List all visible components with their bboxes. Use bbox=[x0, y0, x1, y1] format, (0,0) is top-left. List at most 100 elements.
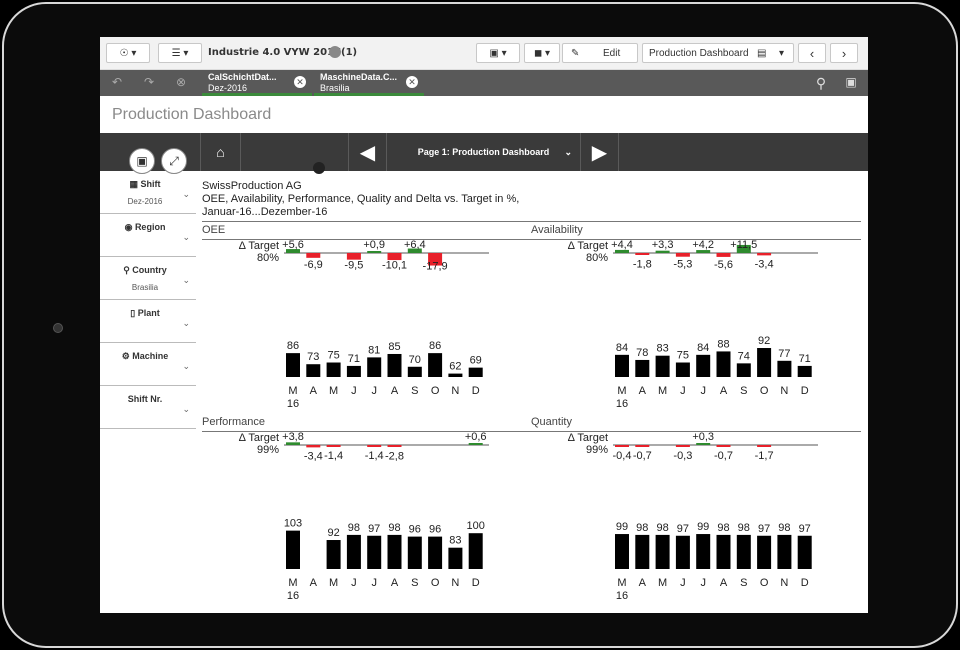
delta-bar bbox=[367, 251, 382, 253]
delta-bar bbox=[468, 443, 483, 445]
smart-search-icon[interactable]: ▣ bbox=[842, 75, 860, 91]
bookmark-button[interactable]: ◼ ▾ bbox=[524, 43, 560, 63]
selection-value: Dez-2016 bbox=[208, 83, 248, 93]
calendar-icon: ▦ bbox=[129, 179, 138, 189]
arrow-right-icon: › bbox=[841, 45, 847, 61]
list-menu-button[interactable]: ☰ ▾ bbox=[158, 43, 202, 63]
value-bar bbox=[428, 536, 443, 569]
x-tick-label: J bbox=[351, 385, 357, 397]
x-tick-label: J bbox=[371, 577, 377, 589]
selection-tab[interactable]: MaschineData.C... Brasilia ✕ bbox=[314, 70, 424, 96]
step-back-icon[interactable]: ↶ bbox=[108, 75, 126, 91]
chart-panel-quantity[interactable]: Quantity Δ Target 99% -0,4 99 M -0,7 98 A 98 M -0,… bbox=[531, 416, 861, 606]
navigation-menu-button[interactable]: ☉ ▾ bbox=[106, 43, 150, 63]
x-tick-label: J bbox=[351, 577, 357, 589]
chevron-down-icon: ⌄ bbox=[182, 318, 190, 328]
close-icon[interactable]: ✕ bbox=[406, 76, 418, 88]
edit-button[interactable]: ✎ Edit bbox=[562, 43, 638, 63]
delta-bar bbox=[635, 253, 650, 255]
filter-plant[interactable]: ▯ Plant ⌄ bbox=[100, 300, 196, 343]
next-page-button[interactable]: ▶ bbox=[580, 133, 618, 171]
delta-label: +6,4 bbox=[404, 239, 426, 251]
value-label: 86 bbox=[287, 340, 299, 352]
value-bar bbox=[407, 536, 422, 569]
value-label: 98 bbox=[388, 522, 400, 534]
x-tick-label: N bbox=[780, 577, 788, 589]
x-tick-label: J bbox=[680, 385, 686, 397]
clear-all-icon[interactable]: ⊗ bbox=[172, 75, 190, 91]
value-bar bbox=[635, 534, 650, 569]
filter-value: Dez-2016 bbox=[127, 197, 163, 206]
filter-label: Shift bbox=[140, 179, 161, 189]
value-label: 73 bbox=[307, 351, 319, 363]
delta-bar bbox=[675, 253, 690, 257]
search-icon[interactable]: ⚲ bbox=[812, 75, 830, 91]
value-label: 75 bbox=[327, 350, 339, 362]
delta-label: -2,8 bbox=[385, 450, 404, 462]
compass-icon: ☉ bbox=[119, 47, 129, 59]
delta-target-label: Δ Target bbox=[568, 432, 608, 444]
delta-label: +4,2 bbox=[692, 239, 714, 251]
delta-label: -1,8 bbox=[633, 258, 652, 270]
home-button[interactable]: ⌂ bbox=[200, 133, 240, 171]
x-tick-label: M bbox=[658, 577, 667, 589]
delta-label: -5,6 bbox=[714, 259, 733, 271]
delta-label: -3,4 bbox=[755, 258, 774, 270]
value-label: 74 bbox=[738, 350, 750, 362]
previous-page-button[interactable]: ◀ bbox=[348, 133, 386, 171]
filter-shift[interactable]: ▦ Shift Dez-2016 ⌄ bbox=[100, 171, 196, 214]
filter-machine[interactable]: ⚙ Machine ⌄ bbox=[100, 343, 196, 386]
chevron-down-icon: ▾ bbox=[183, 47, 189, 59]
chevron-down-icon: ▾ bbox=[779, 47, 785, 59]
step-forward-icon[interactable]: ↷ bbox=[140, 75, 158, 91]
filter-country[interactable]: ⚲ Country Brasilia ⌄ bbox=[100, 257, 196, 300]
value-bar bbox=[387, 353, 402, 377]
chart-panel-performance[interactable]: Performance Δ Target 99% +3,8 103 M -3,4 A -1,4… bbox=[202, 416, 532, 606]
close-icon[interactable]: ✕ bbox=[294, 76, 306, 88]
value-label: 97 bbox=[758, 523, 770, 535]
filter-shift-nr[interactable]: Shift Nr. ⌄ bbox=[100, 386, 196, 429]
chart-quantity: Δ Target99% -0,4 99 M -0,7 98 A 98 M -0,3 97 J +0,3 9… bbox=[568, 431, 818, 602]
value-bar bbox=[428, 353, 443, 377]
edit-label: Edit bbox=[603, 47, 621, 59]
value-bar bbox=[655, 355, 670, 377]
target-value-label: 80% bbox=[257, 252, 279, 264]
x-tick-label: A bbox=[639, 385, 647, 397]
x-tick-label: N bbox=[451, 385, 459, 397]
value-bar bbox=[615, 534, 629, 569]
chevron-down-icon: ⌄ bbox=[182, 232, 190, 242]
filter-region[interactable]: ◉ Region ⌄ bbox=[100, 214, 196, 257]
value-label: 62 bbox=[449, 361, 461, 373]
x-tick-label: N bbox=[780, 385, 788, 397]
delta-label: +0,3 bbox=[692, 431, 714, 443]
chart-panel-availability[interactable]: Availability Δ Target 80% +4,4 84 M -1,8 78 A +3… bbox=[531, 224, 861, 414]
filter-label: Region bbox=[134, 222, 166, 232]
delta-target-label: Δ Target bbox=[568, 240, 608, 252]
value-label: 99 bbox=[616, 521, 628, 533]
selection-tab[interactable]: CalSchichtDat... Dez-2016 ✕ bbox=[202, 70, 312, 96]
delta-label: +3,3 bbox=[652, 239, 674, 251]
chart-panel-oee[interactable]: OEE Δ Target 80% +5,6 86 M -6,9 73 A 75 M -9,5 71 J +… bbox=[202, 224, 532, 414]
present-button[interactable]: ▣ ▾ bbox=[476, 43, 520, 63]
value-label: 98 bbox=[636, 522, 648, 534]
bookmark-icon: ◼ bbox=[533, 47, 543, 59]
value-bar bbox=[716, 534, 731, 569]
arrow-left-icon: ‹ bbox=[809, 45, 815, 61]
chevron-down-icon: ⌄ bbox=[182, 361, 190, 371]
value-label: 97 bbox=[799, 523, 811, 535]
sheet-selector[interactable]: Production Dashboard ▤ ▾ bbox=[642, 43, 794, 63]
previous-sheet-button[interactable]: ‹ bbox=[798, 43, 826, 63]
value-label: 99 bbox=[697, 521, 709, 533]
next-sheet-button[interactable]: › bbox=[830, 43, 858, 63]
app-info-icon[interactable] bbox=[329, 46, 341, 58]
chart-title: Performance bbox=[202, 416, 265, 428]
x-tick-label: O bbox=[431, 385, 440, 397]
delta-bar bbox=[716, 253, 731, 257]
value-label: 96 bbox=[409, 524, 421, 536]
value-label: 77 bbox=[778, 348, 790, 360]
page-selector[interactable]: Page 1: Production Dashboard ⌄ bbox=[386, 133, 580, 171]
x-tick-label: O bbox=[760, 385, 769, 397]
value-label: 85 bbox=[388, 341, 400, 353]
selections-bar: ↶ ↷ ⊗ CalSchichtDat... Dez-2016 ✕ Maschi… bbox=[100, 70, 868, 96]
value-bar bbox=[615, 354, 629, 377]
